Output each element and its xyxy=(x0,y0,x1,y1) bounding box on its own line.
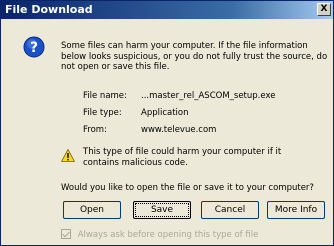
cancel-button-label: Cancel xyxy=(214,205,246,215)
file-type-label: File type: xyxy=(83,108,122,118)
save-button[interactable]: Save xyxy=(133,201,191,219)
warning-icon xyxy=(61,149,75,162)
always-ask-checkbox xyxy=(61,229,71,239)
window-title: File Download xyxy=(5,3,93,16)
save-button-label: Save xyxy=(150,205,174,215)
open-or-save-question: Would you like to open the file or save … xyxy=(61,183,314,193)
security-warning-text: Some files can harm your computer. If th… xyxy=(61,41,328,72)
file-name-value: ...master_rel_ASCOM_setup.exe xyxy=(141,91,276,101)
file-name-label: File name: xyxy=(83,91,127,101)
file-from-label: From: xyxy=(83,125,107,135)
file-from-value: www.televue.com xyxy=(141,125,217,135)
question-icon: ? xyxy=(23,36,45,58)
malicious-code-warning: This type of file could harm your comput… xyxy=(83,147,282,168)
always-ask-label: Always ask before opening this type of f… xyxy=(77,230,259,240)
close-button[interactable]: X xyxy=(317,3,331,16)
always-ask-checkbox-row: Always ask before opening this type of f… xyxy=(61,229,258,240)
open-button[interactable]: Open xyxy=(63,201,121,219)
open-button-label: Open xyxy=(79,205,105,215)
more-info-button-label: More Info xyxy=(274,205,318,215)
title-bar: File Download X xyxy=(1,1,333,19)
file-download-dialog: File Download X ? Some files can harm yo… xyxy=(0,0,334,246)
svg-text:?: ? xyxy=(30,40,38,56)
cancel-button[interactable]: Cancel xyxy=(201,201,259,219)
more-info-button[interactable]: More Info xyxy=(267,201,325,219)
file-type-value: Application xyxy=(141,108,189,118)
